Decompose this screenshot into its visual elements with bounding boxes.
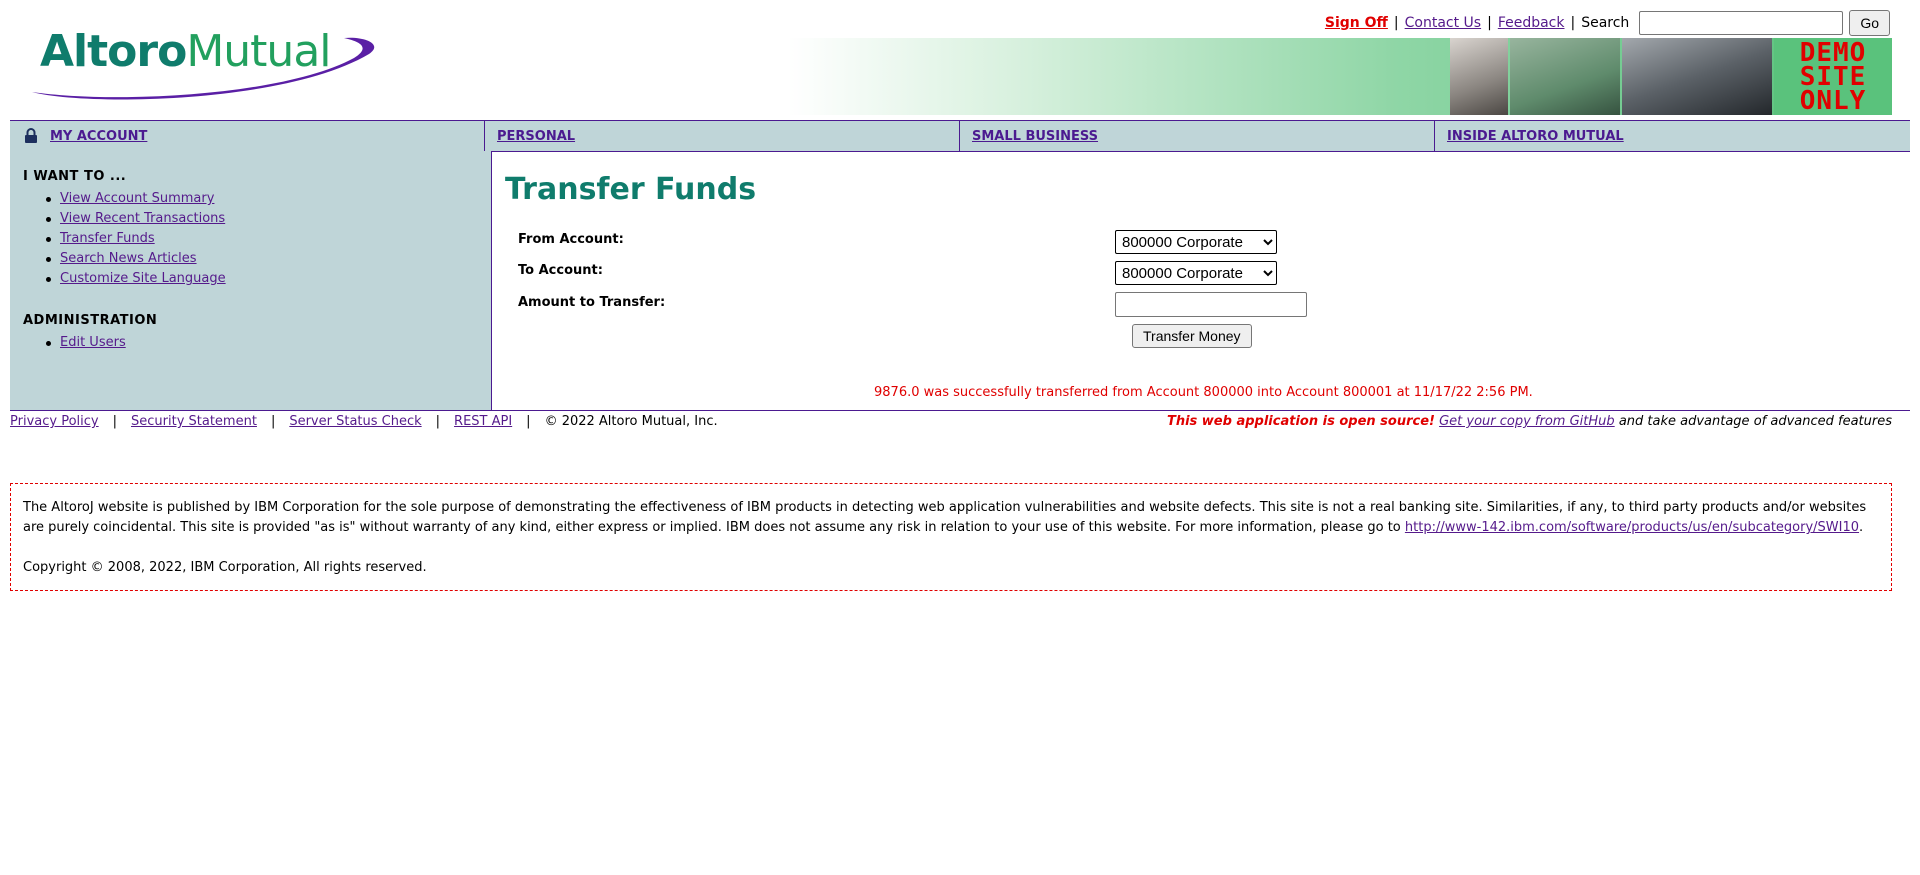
amount-label: Amount to Transfer: bbox=[518, 295, 666, 310]
sidebar-item-view-account-summary[interactable]: View Account Summary bbox=[60, 191, 214, 206]
tab-personal-link[interactable]: PERSONAL bbox=[497, 129, 575, 144]
only-text: ONLY bbox=[1799, 85, 1867, 116]
tab-inside-altoro[interactable]: INSIDE ALTORO MUTUAL bbox=[1435, 121, 1910, 151]
disclaimer-period: . bbox=[1859, 520, 1864, 535]
ibm-info-link[interactable]: http://www-142.ibm.com/software/products… bbox=[1405, 520, 1859, 535]
go-button[interactable]: Go bbox=[1849, 10, 1890, 36]
banner-photo-keyboard bbox=[1510, 38, 1620, 115]
rest-api-link[interactable]: REST API bbox=[454, 414, 512, 429]
to-account-label: To Account: bbox=[518, 263, 603, 278]
tab-my-account[interactable]: MY ACCOUNT bbox=[10, 121, 485, 151]
sidebar-heading-i-want-to: I WANT TO ... bbox=[23, 169, 127, 184]
security-statement-link[interactable]: Security Statement bbox=[131, 414, 257, 429]
list-item: Customize Site Language bbox=[46, 269, 226, 289]
banner-photo-woman bbox=[1450, 38, 1508, 115]
separator: | bbox=[1393, 15, 1399, 31]
transfer-money-button[interactable]: Transfer Money bbox=[1132, 324, 1252, 348]
feedback-link[interactable]: Feedback bbox=[1498, 15, 1565, 31]
separator: | bbox=[1487, 15, 1492, 31]
disclaimer-text: The AltoroJ website is published by IBM … bbox=[23, 498, 1879, 538]
github-link[interactable]: Get your copy from GitHub bbox=[1439, 414, 1615, 429]
tab-inside-altoro-link[interactable]: INSIDE ALTORO MUTUAL bbox=[1447, 129, 1624, 144]
footer-links: Privacy Policy | Security Statement | Se… bbox=[10, 414, 718, 429]
header-banner: DEMO SITE ONLY bbox=[788, 38, 1892, 115]
transfer-result-message: 9876.0 was successfully transferred from… bbox=[874, 385, 1533, 400]
open-source-note: This web application is open source! Get… bbox=[1167, 414, 1892, 429]
from-account-select[interactable]: 800000 Corporate bbox=[1115, 230, 1277, 254]
sidebar-item-customize-site-language[interactable]: Customize Site Language bbox=[60, 271, 226, 286]
list-item: View Recent Transactions bbox=[46, 209, 226, 229]
to-account-select[interactable]: 800000 Corporate bbox=[1115, 261, 1277, 285]
open-source-tail: and take advantage of advanced features bbox=[1618, 414, 1892, 429]
altoro-mutual-logo[interactable]: AltoroMutual bbox=[24, 26, 384, 104]
search-label: Search bbox=[1581, 15, 1630, 31]
disclaimer-box: The AltoroJ website is published by IBM … bbox=[10, 483, 1892, 591]
tab-small-business-link[interactable]: SMALL BUSINESS bbox=[972, 129, 1098, 144]
sidebar-item-transfer-funds[interactable]: Transfer Funds bbox=[60, 231, 155, 246]
demo-text: DEMO bbox=[1799, 37, 1867, 68]
logo-text: AltoroMutual bbox=[40, 26, 332, 77]
server-status-link[interactable]: Server Status Check bbox=[289, 414, 421, 429]
sidebar-list-i-want-to: View Account Summary View Recent Transac… bbox=[46, 189, 226, 289]
sidebar-heading-administration: ADMINISTRATION bbox=[23, 313, 158, 328]
separator: | bbox=[526, 414, 531, 429]
footer-copyright: © 2022 Altoro Mutual, Inc. bbox=[544, 414, 718, 429]
main-nav: MY ACCOUNT PERSONAL SMALL BUSINESS INSID… bbox=[10, 120, 1910, 152]
site-text: SITE bbox=[1799, 61, 1867, 92]
page-title: Transfer Funds bbox=[505, 172, 757, 207]
from-account-label: From Account: bbox=[518, 232, 624, 247]
tab-personal[interactable]: PERSONAL bbox=[485, 121, 960, 151]
list-item: Search News Articles bbox=[46, 249, 226, 269]
amount-input[interactable] bbox=[1115, 292, 1307, 317]
separator: | bbox=[1570, 15, 1576, 31]
lock-icon bbox=[25, 128, 37, 143]
sidebar-item-search-news-articles[interactable]: Search News Articles bbox=[60, 251, 197, 266]
sidebar: I WANT TO ... View Account Summary View … bbox=[10, 151, 492, 410]
search-input[interactable] bbox=[1639, 11, 1844, 35]
disclaimer-copyright: Copyright © 2008, 2022, IBM Corporation,… bbox=[23, 560, 427, 575]
demo-site-badge: DEMO SITE ONLY bbox=[1774, 38, 1892, 115]
contact-us-link[interactable]: Contact Us bbox=[1405, 15, 1481, 31]
separator: | bbox=[435, 414, 441, 429]
sidebar-list-administration: Edit Users bbox=[46, 333, 126, 353]
tab-small-business[interactable]: SMALL BUSINESS bbox=[960, 121, 1435, 151]
utility-links: Sign Off | Contact Us | Feedback | Searc… bbox=[1325, 10, 1890, 36]
footer-divider bbox=[10, 410, 1910, 411]
list-item: Edit Users bbox=[46, 333, 126, 353]
tab-my-account-link[interactable]: MY ACCOUNT bbox=[50, 129, 147, 144]
sidebar-item-view-recent-transactions[interactable]: View Recent Transactions bbox=[60, 211, 225, 226]
open-source-highlight: This web application is open source! bbox=[1166, 414, 1435, 429]
separator: | bbox=[112, 414, 117, 429]
privacy-policy-link[interactable]: Privacy Policy bbox=[10, 414, 99, 429]
sign-off-link[interactable]: Sign Off bbox=[1325, 15, 1388, 31]
list-item: Transfer Funds bbox=[46, 229, 226, 249]
sidebar-item-edit-users[interactable]: Edit Users bbox=[60, 335, 126, 350]
list-item: View Account Summary bbox=[46, 189, 226, 209]
separator: | bbox=[270, 414, 276, 429]
banner-photo-meeting bbox=[1622, 38, 1772, 115]
